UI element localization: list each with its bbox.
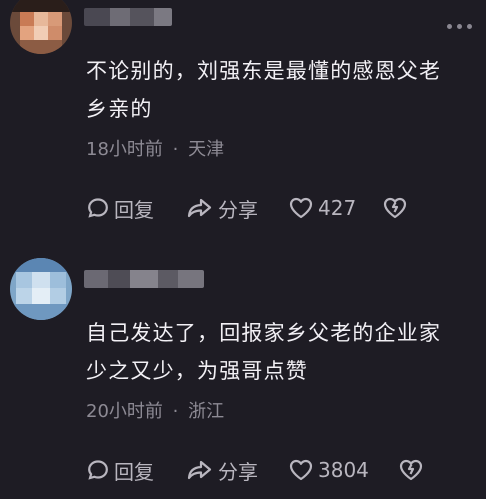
like-button[interactable]: 3804 xyxy=(288,454,398,486)
username-blurred[interactable] xyxy=(84,8,172,26)
comment-item: 自己发达了，回报家乡父老的企业家少之又少，为强哥点赞 20小时前 · 浙江 回复… xyxy=(0,240,486,499)
dislike-button[interactable] xyxy=(382,192,408,224)
more-options-button[interactable] xyxy=(447,24,472,29)
comment-text: 不论别的，刘强东是最懂的感恩父老乡亲的 xyxy=(86,59,442,121)
reply-button[interactable]: 回复 xyxy=(86,454,186,486)
comment-time: 18小时前 xyxy=(86,139,163,160)
share-button[interactable]: 分享 xyxy=(186,192,288,224)
comment-actions: 回复 分享 427 xyxy=(86,192,486,224)
speech-bubble-icon xyxy=(88,460,108,480)
avatar[interactable] xyxy=(10,0,72,54)
username-blurred[interactable] xyxy=(84,270,204,288)
broken-heart-icon xyxy=(399,459,423,481)
share-arrow-icon xyxy=(187,198,212,218)
meta-separator: · xyxy=(172,401,179,422)
comment-time: 20小时前 xyxy=(86,401,163,422)
like-button[interactable]: 427 xyxy=(288,192,382,224)
broken-heart-icon xyxy=(383,197,407,219)
comment-location: 天津 xyxy=(188,139,225,160)
meta-separator: · xyxy=(172,139,179,160)
share-label: 分享 xyxy=(218,459,258,484)
like-count: 3804 xyxy=(318,458,369,482)
comment-meta: 20小时前 · 浙江 xyxy=(86,400,224,424)
comment-location: 浙江 xyxy=(188,401,225,422)
comment-text: 自己发达了，回报家乡父老的企业家少之又少，为强哥点赞 xyxy=(86,321,442,383)
reply-label: 回复 xyxy=(114,459,154,484)
share-label: 分享 xyxy=(218,197,258,222)
heart-icon xyxy=(289,197,313,219)
share-arrow-icon xyxy=(187,460,212,480)
more-dots-icon xyxy=(447,24,452,29)
comment-item: 不论别的，刘强东是最懂的感恩父老乡亲的 18小时前 · 天津 回复 分享 427 xyxy=(0,0,486,240)
dislike-button[interactable] xyxy=(398,454,424,486)
comment-actions: 回复 分享 3804 xyxy=(86,454,486,486)
share-button[interactable]: 分享 xyxy=(186,454,288,486)
avatar[interactable] xyxy=(10,258,72,320)
speech-bubble-icon xyxy=(88,198,108,218)
like-count: 427 xyxy=(318,196,357,220)
heart-icon xyxy=(289,459,313,481)
comment-meta: 18小时前 · 天津 xyxy=(86,138,224,162)
reply-label: 回复 xyxy=(114,197,154,222)
reply-button[interactable]: 回复 xyxy=(86,192,186,224)
